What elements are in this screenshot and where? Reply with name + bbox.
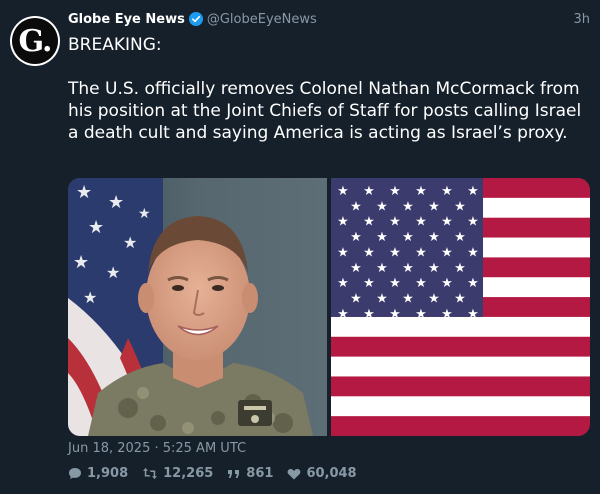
tweet-actions: 1,908 12,265 861 60,048 (68, 466, 357, 481)
flag-star: ★ (454, 261, 466, 276)
flag-star: ★ (389, 245, 401, 260)
us-flag-image[interactable]: ★ ★ ★ ★ ★ ★ ★ ★ ★ ★ ★ ★ ★ ★ ★ ★ ★ ★ ★ ★ ★ ★ ★ ★ ★ ★ ★ ★ ★ ★ ★ ★ ★ ★ ★ ★ ★ ★ ★ ★… (331, 178, 590, 436)
svg-text:★: ★ (138, 206, 151, 222)
flag-star: ★ (441, 215, 453, 230)
flag-star: ★ (337, 245, 349, 260)
avatar[interactable]: G. (10, 16, 60, 66)
flag-star: ★ (363, 215, 375, 230)
flag-star: ★ (376, 261, 388, 276)
flag-star: ★ (350, 261, 362, 276)
flag-star: ★ (389, 307, 401, 322)
flag-star: ★ (428, 292, 440, 307)
svg-text:★: ★ (106, 263, 120, 282)
flag-star: ★ (350, 292, 362, 307)
svg-text:★: ★ (76, 182, 92, 203)
account-handle[interactable]: @GlobeEyeNews (207, 12, 317, 27)
svg-text:★: ★ (88, 217, 104, 238)
like-count: 60,048 (306, 466, 357, 481)
retweet-count: 12,265 (163, 466, 214, 481)
flag-star: ★ (415, 215, 427, 230)
flag-star: ★ (337, 276, 349, 291)
svg-text:★: ★ (83, 288, 97, 307)
flag-star: ★ (441, 184, 453, 199)
flag-star: ★ (402, 199, 414, 214)
flag-star: ★ (363, 307, 375, 322)
reply-count: 1,908 (87, 466, 129, 481)
flag-star: ★ (415, 307, 427, 322)
tweet-body: The U.S. officially removes Colonel Nath… (68, 79, 582, 143)
flag-star: ★ (428, 199, 440, 214)
account-name[interactable]: Globe Eye News (68, 12, 185, 27)
flag-star: ★ (467, 307, 479, 322)
flag-star: ★ (428, 261, 440, 276)
quote-count: 861 (246, 466, 274, 481)
tweet-timestamp[interactable]: Jun 18, 2025 · 5:25 AM UTC (68, 441, 246, 456)
flag-star: ★ (454, 230, 466, 245)
flag-stripe (331, 356, 590, 377)
tweet-header: Globe Eye News @GlobeEyeNews 3h (68, 9, 590, 29)
flag-star: ★ (402, 261, 414, 276)
flag-star: ★ (415, 245, 427, 260)
flag-star: ★ (337, 184, 349, 199)
flag-stripe (331, 336, 590, 358)
flag-star: ★ (389, 276, 401, 291)
flag-star: ★ (337, 215, 349, 230)
flag-star: ★ (337, 307, 349, 322)
quote-icon (227, 468, 241, 480)
flag-star: ★ (376, 230, 388, 245)
reply-icon (68, 467, 82, 480)
flag-star: ★ (467, 276, 479, 291)
flag-star: ★ (402, 292, 414, 307)
verified-badge-icon (188, 12, 203, 26)
svg-text:★: ★ (108, 192, 124, 213)
flag-star: ★ (376, 292, 388, 307)
flag-stripe (331, 416, 590, 436)
flag-star: ★ (389, 184, 401, 199)
flag-star: ★ (454, 199, 466, 214)
relative-time[interactable]: 3h (573, 12, 590, 27)
like-icon (287, 468, 301, 480)
flag-star: ★ (350, 199, 362, 214)
flag-stripe (331, 396, 590, 417)
quote-stat[interactable]: 861 (227, 466, 273, 481)
flag-star: ★ (441, 245, 453, 260)
tweet-text: BREAKING: The U.S. officially removes Co… (68, 34, 596, 144)
flag-star: ★ (376, 199, 388, 214)
svg-text:★: ★ (123, 233, 137, 252)
flag-star: ★ (415, 276, 427, 291)
tweet-heading: BREAKING: (68, 35, 162, 55)
flag-star: ★ (441, 276, 453, 291)
avatar-logo: G. (12, 18, 58, 64)
flag-star: ★ (363, 184, 375, 199)
like-stat[interactable]: 60,048 (287, 466, 357, 481)
flag-star: ★ (467, 215, 479, 230)
reply-stat[interactable]: 1,908 (68, 466, 128, 481)
flag-stripe (331, 376, 590, 397)
flag-star: ★ (389, 215, 401, 230)
flag-star: ★ (363, 245, 375, 260)
flag-star: ★ (454, 292, 466, 307)
officer-portrait-image[interactable]: ★ ★ ★ ★ ★ ★ ★ ★ (68, 178, 327, 436)
flag-star: ★ (467, 184, 479, 199)
retweet-icon (142, 467, 158, 480)
flag-star: ★ (467, 245, 479, 260)
tweet-media: ★ ★ ★ ★ ★ ★ ★ ★ ★ ★ ★ ★ ★ ★ ★ ★ ★ ★ ★ ★ … (68, 178, 590, 436)
flag-star: ★ (350, 230, 362, 245)
flag-star: ★ (441, 307, 453, 322)
flag-star: ★ (428, 230, 440, 245)
svg-text:★: ★ (73, 252, 89, 273)
flag-star: ★ (415, 184, 427, 199)
flag-star: ★ (363, 276, 375, 291)
retweet-stat[interactable]: 12,265 (142, 466, 213, 481)
flag-star: ★ (402, 230, 414, 245)
